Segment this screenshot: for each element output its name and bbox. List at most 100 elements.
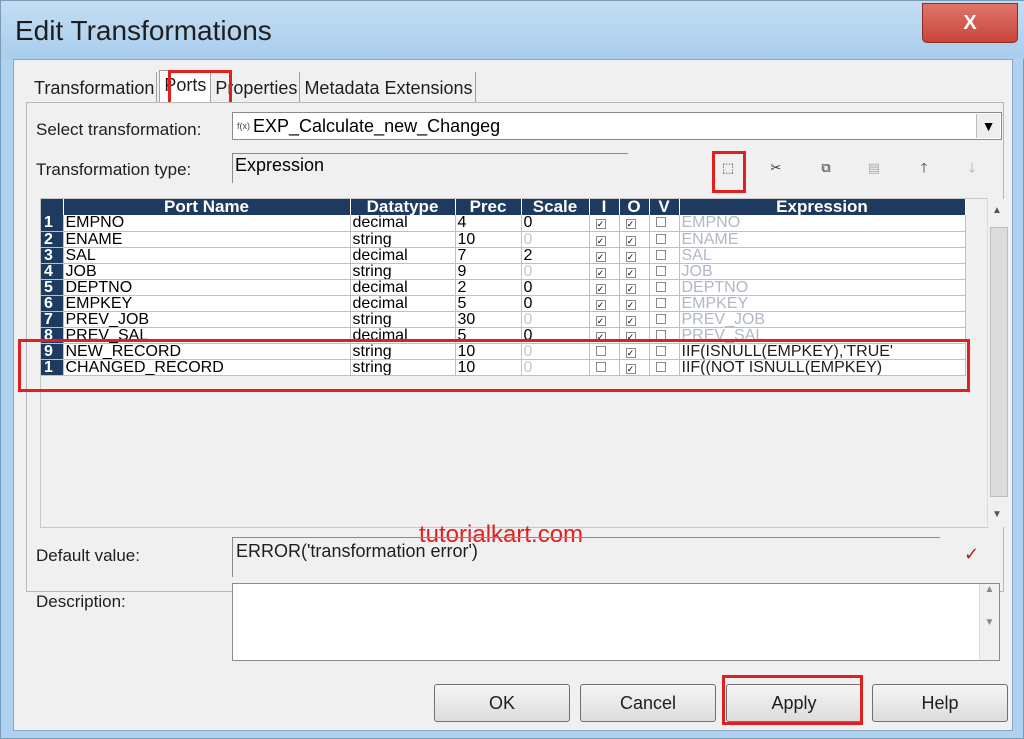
column-header-output[interactable]: O [619, 199, 650, 215]
column-header-expression[interactable]: Expression [679, 199, 966, 215]
table-row[interactable]: 6 EMPKEY decimal 5 0 ✓ ✓ EMPKEY [41, 295, 966, 312]
scale-cell[interactable]: 0 [521, 311, 590, 328]
ok-button[interactable]: OK [434, 684, 570, 722]
checkbox[interactable] [655, 249, 666, 260]
chevron-down-icon[interactable]: ▼ [976, 114, 1000, 138]
checkbox[interactable] [655, 329, 666, 340]
close-button[interactable]: X [922, 3, 1018, 43]
prec-cell[interactable]: 4 [455, 215, 522, 232]
datatype-cell[interactable]: decimal [350, 295, 456, 312]
row-number[interactable]: 5 [41, 279, 64, 296]
checkbox[interactable] [655, 233, 666, 244]
scale-cell[interactable]: 2 [521, 247, 590, 264]
table-row[interactable]: 3 SAL decimal 7 2 ✓ ✓ SAL [41, 247, 966, 264]
paste-icon[interactable]: ▤ [860, 155, 888, 181]
checkbox[interactable] [655, 217, 666, 227]
scale-cell[interactable]: 0 [521, 231, 590, 248]
help-button[interactable]: Help [872, 684, 1008, 722]
checkbox[interactable] [655, 297, 666, 308]
port-name-cell[interactable]: PREV_JOB [63, 311, 351, 328]
expression-cell[interactable]: PREV_JOB [679, 311, 966, 328]
expression-cell[interactable]: JOB [679, 263, 966, 280]
table-row[interactable]: 7 PREV_JOB string 30 0 ✓ ✓ PREV_JOB [41, 311, 966, 328]
row-number[interactable]: 2 [41, 231, 64, 248]
checkbox[interactable] [655, 313, 666, 324]
row-number[interactable]: 4 [41, 263, 64, 280]
expression-cell[interactable]: ENAME [679, 231, 966, 248]
datatype-cell[interactable]: decimal [350, 279, 456, 296]
checkbox[interactable]: ✓ [595, 235, 606, 246]
checkbox[interactable]: ✓ [625, 283, 636, 294]
column-header-prec[interactable]: Prec [455, 199, 522, 215]
port-name-cell[interactable]: JOB [63, 263, 351, 280]
checkbox[interactable]: ✓ [625, 251, 636, 262]
checkbox[interactable]: ✓ [595, 267, 606, 278]
scale-cell[interactable]: 0 [521, 279, 590, 296]
table-row[interactable]: 4 JOB string 9 0 ✓ ✓ JOB [41, 263, 966, 280]
prec-cell[interactable]: 2 [455, 279, 522, 296]
cancel-button[interactable]: Cancel [580, 684, 716, 722]
checkbox[interactable]: ✓ [625, 235, 636, 246]
table-row[interactable]: 5 DEPTNO decimal 2 0 ✓ ✓ DEPTNO [41, 279, 966, 296]
checkbox[interactable]: ✓ [595, 315, 606, 326]
arrow-down-icon[interactable]: 🡓 [958, 155, 986, 181]
checkbox[interactable]: ✓ [625, 267, 636, 278]
column-header-input[interactable]: I [589, 199, 620, 215]
port-name-cell[interactable]: EMPNO [63, 215, 351, 232]
prec-cell[interactable]: 10 [455, 231, 522, 248]
title-bar[interactable]: Edit Transformations X [1, 1, 1024, 59]
table-row[interactable]: 1 EMPNO decimal 4 0 ✓ ✓ EMPNO [41, 215, 966, 232]
scissors-icon[interactable]: ✂ [762, 155, 790, 181]
datatype-cell[interactable]: string [350, 263, 456, 280]
prec-cell[interactable]: 7 [455, 247, 522, 264]
copy-icon[interactable]: ⧉ [812, 155, 840, 181]
prec-cell[interactable]: 5 [455, 295, 522, 312]
prec-cell[interactable]: 30 [455, 311, 522, 328]
datatype-cell[interactable]: string [350, 231, 456, 248]
port-name-cell[interactable]: DEPTNO [63, 279, 351, 296]
scroll-up-icon[interactable]: ▲ [992, 205, 1002, 216]
scroll-down-icon[interactable]: ▼ [992, 509, 1002, 520]
scale-cell[interactable]: 0 [521, 295, 590, 312]
tab-metadata-extensions[interactable]: Metadata Extensions [302, 72, 476, 102]
select-transformation-dropdown[interactable]: f(x) EXP_Calculate_new_Changeg ▼ [232, 112, 1002, 140]
checkbox[interactable]: ✓ [625, 299, 636, 310]
checkbox[interactable] [655, 265, 666, 276]
row-number[interactable]: 3 [41, 247, 64, 264]
expression-cell[interactable]: EMPNO [679, 215, 966, 232]
expression-cell[interactable]: EMPKEY [679, 295, 966, 312]
checkbox[interactable]: ✓ [595, 283, 606, 294]
scrollbar-thumb[interactable] [990, 227, 1008, 497]
column-header-datatype[interactable]: Datatype [350, 199, 456, 215]
prec-cell[interactable]: 9 [455, 263, 522, 280]
checkbox[interactable]: ✓ [595, 251, 606, 262]
column-header-scale[interactable]: Scale [521, 199, 590, 215]
validate-check-icon[interactable]: ✓ [964, 544, 979, 565]
column-header-variable[interactable]: V [649, 199, 680, 215]
table-row[interactable]: 2 ENAME string 10 0 ✓ ✓ ENAME [41, 231, 966, 248]
datatype-cell[interactable]: decimal [350, 215, 456, 232]
arrow-up-icon[interactable]: 🡑 [910, 155, 938, 181]
port-name-cell[interactable]: EMPKEY [63, 295, 351, 312]
row-number[interactable]: 7 [41, 311, 64, 328]
row-number[interactable]: 1 [41, 215, 64, 232]
column-header-port-name[interactable]: Port Name [63, 199, 351, 215]
checkbox[interactable]: ✓ [625, 219, 636, 229]
port-name-cell[interactable]: SAL [63, 247, 351, 264]
port-name-cell[interactable]: ENAME [63, 231, 351, 248]
datatype-cell[interactable]: string [350, 311, 456, 328]
scale-cell[interactable]: 0 [521, 263, 590, 280]
expression-cell[interactable]: DEPTNO [679, 279, 966, 296]
description-scrollbar[interactable]: ▲ ▼ [979, 584, 999, 660]
checkbox[interactable] [655, 281, 666, 292]
grid-scrollbar[interactable]: ▲ ▼ [987, 199, 1009, 527]
scale-cell[interactable]: 0 [521, 215, 590, 232]
checkbox[interactable]: ✓ [625, 315, 636, 326]
datatype-cell[interactable]: decimal [350, 247, 456, 264]
expression-cell[interactable]: SAL [679, 247, 966, 264]
checkbox[interactable]: ✓ [595, 219, 606, 229]
row-number[interactable]: 6 [41, 295, 64, 312]
checkbox[interactable]: ✓ [595, 299, 606, 310]
default-value-field[interactable]: ERROR('transformation error') [232, 537, 940, 577]
tab-transformation[interactable]: Transformation [32, 72, 158, 102]
